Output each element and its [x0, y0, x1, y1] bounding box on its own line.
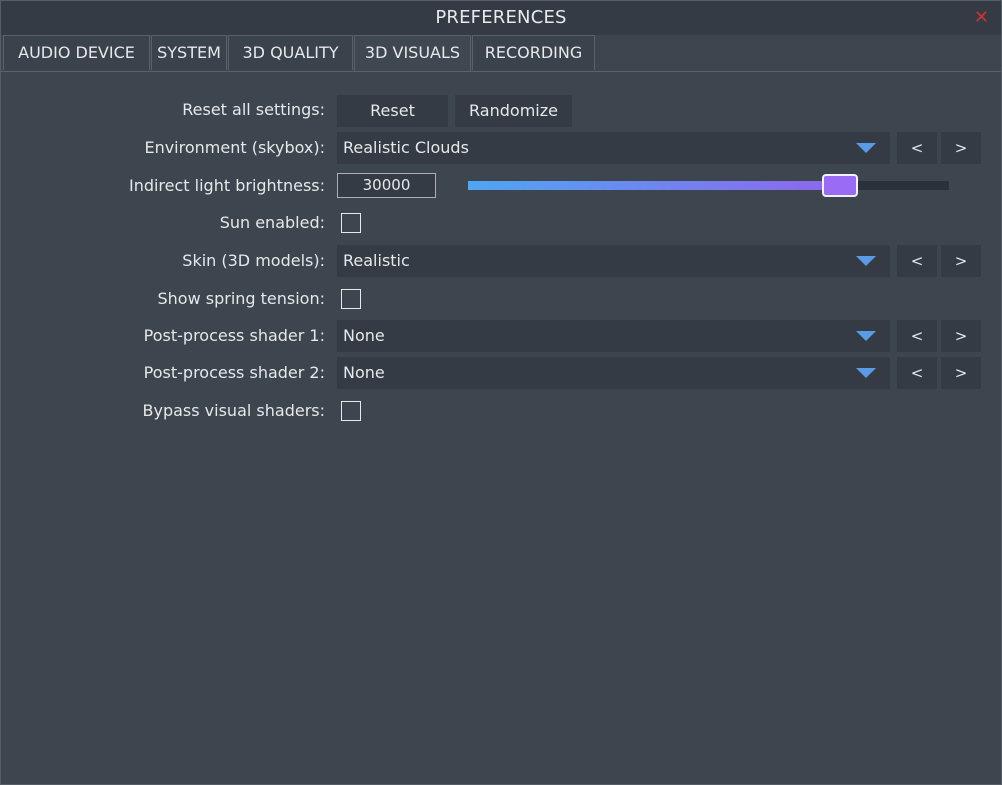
shader1-label: Post-process shader 1: [143, 326, 325, 345]
spring-tension-checkbox[interactable] [341, 289, 361, 309]
environment-dropdown[interactable]: Realistic Clouds [337, 132, 890, 164]
chevron-down-icon [856, 256, 876, 266]
skin-prev-button[interactable]: < [897, 245, 937, 277]
shader2-prev-button[interactable]: < [897, 357, 937, 389]
sun-enabled-label: Sun enabled: [219, 213, 325, 232]
environment-prev-button[interactable]: < [897, 132, 937, 164]
bypass-shaders-label: Bypass visual shaders: [142, 401, 325, 420]
close-icon[interactable]: ✕ [974, 7, 989, 29]
sun-enabled-checkbox[interactable] [341, 213, 361, 233]
shader1-next-button[interactable]: > [941, 320, 981, 352]
tab-3d-visuals[interactable]: 3D VISUALS [354, 35, 471, 72]
shader2-dropdown[interactable]: None [337, 357, 890, 389]
shader2-label: Post-process shader 2: [143, 363, 325, 382]
title-bar[interactable]: PREFERENCES ✕ [1, 1, 1001, 35]
preferences-window: PREFERENCES ✕ AUDIO DEVICE SYSTEM 3D QUA… [0, 0, 1002, 785]
tab-3d-quality[interactable]: 3D QUALITY [228, 35, 353, 70]
indirect-light-label: Indirect light brightness: [128, 176, 325, 195]
skin-dropdown[interactable]: Realistic [337, 245, 890, 277]
spring-tension-label: Show spring tension: [157, 289, 325, 308]
shader1-value: None [343, 326, 385, 345]
tab-recording[interactable]: RECORDING [472, 35, 595, 70]
reset-button[interactable]: Reset [337, 95, 448, 127]
tab-system[interactable]: SYSTEM [151, 35, 227, 70]
skin-value: Realistic [343, 251, 410, 270]
randomize-button[interactable]: Randomize [455, 95, 572, 127]
shader2-next-button[interactable]: > [941, 357, 981, 389]
tab-divider [1, 71, 1001, 72]
environment-value: Realistic Clouds [343, 138, 469, 157]
indirect-light-slider[interactable] [468, 174, 949, 197]
chevron-down-icon [856, 143, 876, 153]
chevron-down-icon [856, 368, 876, 378]
tab-audio-device[interactable]: AUDIO DEVICE [3, 35, 150, 70]
environment-label: Environment (skybox): [144, 138, 325, 157]
shader1-prev-button[interactable]: < [897, 320, 937, 352]
slider-fill [468, 181, 839, 190]
shader1-dropdown[interactable]: None [337, 320, 890, 352]
slider-handle[interactable] [822, 174, 859, 197]
window-title: PREFERENCES [435, 7, 567, 28]
tab-bar: AUDIO DEVICE SYSTEM 3D QUALITY 3D VISUAL… [3, 35, 999, 72]
chevron-down-icon [856, 331, 876, 341]
skin-label: Skin (3D models): [182, 251, 325, 270]
reset-label: Reset all settings: [182, 100, 325, 119]
environment-next-button[interactable]: > [941, 132, 981, 164]
shader2-value: None [343, 363, 385, 382]
bypass-shaders-checkbox[interactable] [341, 401, 361, 421]
skin-next-button[interactable]: > [941, 245, 981, 277]
indirect-light-input[interactable]: 30000 [337, 173, 436, 198]
